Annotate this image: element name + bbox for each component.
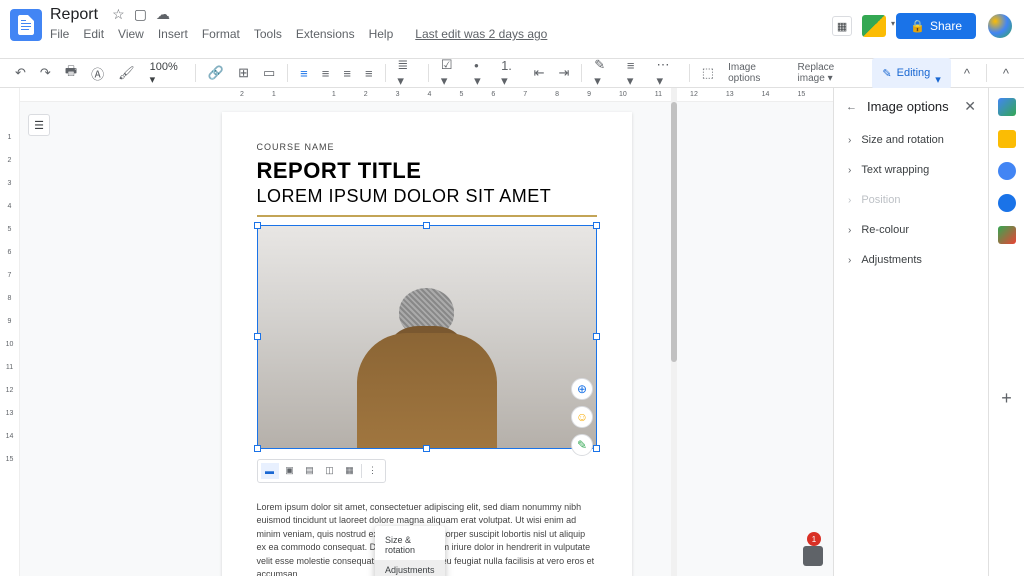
image-options-button[interactable]: Image options <box>723 59 788 87</box>
course-name-text: COURSE NAME <box>257 142 597 152</box>
zoom-select[interactable]: 100% ▾ <box>144 59 188 88</box>
insert-comment-button[interactable]: ⊞ <box>233 62 254 84</box>
wrap-inline-button[interactable]: ▬ <box>261 463 279 479</box>
align-left-button[interactable]: ≡ <box>295 63 313 84</box>
cm-size-rotation[interactable]: Size & rotation <box>375 530 445 560</box>
print-button[interactable]: 🖶 <box>60 59 82 87</box>
addons-button[interactable]: + <box>1001 388 1012 409</box>
toolbar: ↶ ↷ 🖶 Ⓐ 🖌 100% ▾ 🔗 ⊞ ▭ ≡ ≡ ≡ ≡ ≣ ▾ ☑ ▾ •… <box>0 58 1024 88</box>
report-title-text: REPORT TITLE <box>257 158 597 184</box>
vertical-ruler: 123456789101112131415 <box>0 88 20 576</box>
sp-recolour[interactable]: ›Re-colour <box>834 215 988 245</box>
menu-file[interactable]: File <box>50 27 69 41</box>
image-wrap-toolbar: ▬ ▣ ▤ ◫ ▦ ⋮ <box>257 459 386 483</box>
menu-help[interactable]: Help <box>369 27 394 41</box>
calendar-icon[interactable] <box>998 98 1016 116</box>
line-spacing-button[interactable]: ≣ ▾ <box>392 54 421 92</box>
spellcheck-button[interactable]: Ⓐ <box>86 61 109 86</box>
keep-icon[interactable] <box>998 130 1016 148</box>
hide-menus-button[interactable]: ^ <box>998 63 1014 84</box>
wrap-text-button[interactable]: ▣ <box>281 463 299 479</box>
border-weight-button[interactable]: ≡ ▾ <box>622 55 648 92</box>
divider-line <box>257 215 597 217</box>
move-icon[interactable]: ▢ <box>134 6 147 22</box>
number-list-button[interactable]: 1. ▾ <box>496 55 525 92</box>
share-button[interactable]: 🔒 Share <box>896 13 976 39</box>
border-color-button[interactable]: ✎ ▾ <box>589 54 618 92</box>
cloud-status-icon[interactable]: ☁ <box>156 6 170 22</box>
crop-button[interactable]: ⬚ <box>697 62 719 84</box>
sp-adjustments[interactable]: ›Adjustments <box>834 245 988 275</box>
history-icon[interactable]: ▦ <box>832 16 852 36</box>
notification-badge[interactable]: 1 <box>807 532 821 546</box>
suggest-edit-button[interactable]: ✎ <box>571 434 593 456</box>
horizontal-ruler: 2112345678910111213141516171819 <box>20 88 833 102</box>
indent-decrease-button[interactable]: ⇤ <box>529 62 550 84</box>
undo-button[interactable]: ↶ <box>10 62 31 84</box>
document-page: COURSE NAME REPORT TITLE LOREM IPSUM DOL… <box>222 112 632 576</box>
border-dash-button[interactable]: ⋯ ▾ <box>652 54 682 92</box>
side-rail: + <box>988 88 1024 576</box>
explore-button[interactable] <box>803 546 823 566</box>
cm-adjustments[interactable]: Adjustments <box>375 560 445 576</box>
tasks-icon[interactable] <box>998 162 1016 180</box>
document-outline-button[interactable]: ☰ <box>28 114 50 136</box>
contacts-icon[interactable] <box>998 194 1016 212</box>
sp-size-rotation[interactable]: ›Size and rotation <box>834 125 988 155</box>
align-center-button[interactable]: ≡ <box>317 63 335 84</box>
bullet-list-button[interactable]: • ▾ <box>469 55 492 92</box>
menu-tools[interactable]: Tools <box>254 27 282 41</box>
menu-insert[interactable]: Insert <box>158 27 188 41</box>
scrollbar[interactable] <box>671 88 677 576</box>
account-avatar[interactable] <box>986 12 1014 40</box>
expand-toolbar-button[interactable]: ^ <box>959 63 975 84</box>
wrap-behind-button[interactable]: ◫ <box>321 463 339 479</box>
add-comment-button[interactable]: ⊕ <box>571 378 593 400</box>
wrap-break-button[interactable]: ▤ <box>301 463 319 479</box>
replace-image-button[interactable]: Replace image ▾ <box>793 59 869 87</box>
sp-text-wrapping[interactable]: ›Text wrapping <box>834 155 988 185</box>
insert-link-button[interactable]: 🔗 <box>203 62 229 84</box>
align-justify-button[interactable]: ≡ <box>360 63 378 84</box>
insert-image-button[interactable]: ▭ <box>258 62 280 84</box>
report-subtitle-text: LOREM IPSUM DOLOR SIT AMET <box>257 186 597 207</box>
wrap-more-button[interactable]: ⋮ <box>364 463 382 479</box>
menu-extensions[interactable]: Extensions <box>296 27 355 41</box>
redo-button[interactable]: ↷ <box>35 62 56 84</box>
wrap-front-button[interactable]: ▦ <box>341 463 359 479</box>
align-right-button[interactable]: ≡ <box>338 63 356 84</box>
star-icon[interactable]: ☆ <box>112 6 125 22</box>
menu-format[interactable]: Format <box>202 27 240 41</box>
paint-format-button[interactable]: 🖌 <box>113 62 140 84</box>
back-icon[interactable]: ← <box>846 101 857 113</box>
close-panel-button[interactable]: ✕ <box>964 98 976 115</box>
indent-increase-button[interactable]: ⇥ <box>554 62 575 84</box>
menu-view[interactable]: View <box>118 27 144 41</box>
image-options-panel: ← Image options ✕ ›Size and rotation ›Te… <box>833 88 988 576</box>
image-context-menu: Size & rotation Adjustments All image op… <box>375 526 445 576</box>
last-edit-link[interactable]: Last edit was 2 days ago <box>415 27 547 41</box>
document-title[interactable]: Report <box>50 6 98 24</box>
menu-edit[interactable]: Edit <box>83 27 104 41</box>
panel-title: Image options <box>867 99 954 114</box>
maps-icon[interactable] <box>998 226 1016 244</box>
docs-logo[interactable] <box>10 9 42 41</box>
checklist-button[interactable]: ☑ ▾ <box>436 54 465 92</box>
selected-image[interactable] <box>257 225 597 449</box>
sp-position: ›Position <box>834 185 988 215</box>
menu-bar: File Edit View Insert Format Tools Exten… <box>50 27 832 41</box>
add-emoji-button[interactable]: ☺ <box>571 406 593 428</box>
meet-join-button[interactable] <box>862 15 886 37</box>
mode-editing-button[interactable]: ✎ Editing ▾ <box>872 58 950 89</box>
